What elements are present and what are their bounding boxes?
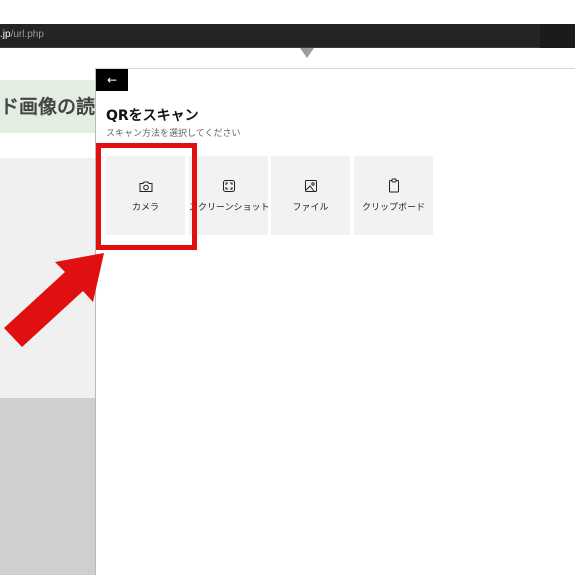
popup-caret xyxy=(300,48,314,58)
toolbar-edge xyxy=(540,24,575,48)
red-pointer-arrow-icon xyxy=(4,253,104,347)
file-option-button[interactable]: ファイル xyxy=(271,156,350,235)
back-arrow-icon: ← xyxy=(106,73,118,87)
page-footer-area xyxy=(0,398,95,575)
screenshot-option-label: スクリーンショット xyxy=(189,203,270,213)
top-margin xyxy=(0,0,575,24)
panel-title: QRをスキャン xyxy=(106,108,199,124)
screenshot-option-button[interactable]: スクリーンショット xyxy=(189,156,270,235)
url-path: /url.php xyxy=(10,29,44,40)
panel-subtitle: スキャン方法を選択してください xyxy=(106,129,241,139)
url-host: .jp xyxy=(0,29,11,40)
back-button[interactable]: ← xyxy=(96,69,128,91)
clipboard-option-label: クリップボード xyxy=(361,203,425,213)
browser-address-bar[interactable]: .jp/url.php xyxy=(0,24,575,48)
file-image-icon xyxy=(271,178,350,194)
screenshot-icon xyxy=(189,178,268,194)
file-option-label: ファイル xyxy=(292,203,329,213)
camera-highlight-box xyxy=(96,143,197,250)
url-text[interactable]: .jp/url.php xyxy=(0,29,44,40)
clipboard-option-button[interactable]: クリップボード xyxy=(354,156,433,235)
page-heading: ド画像の読 xyxy=(0,96,95,118)
clipboard-icon xyxy=(354,178,433,194)
